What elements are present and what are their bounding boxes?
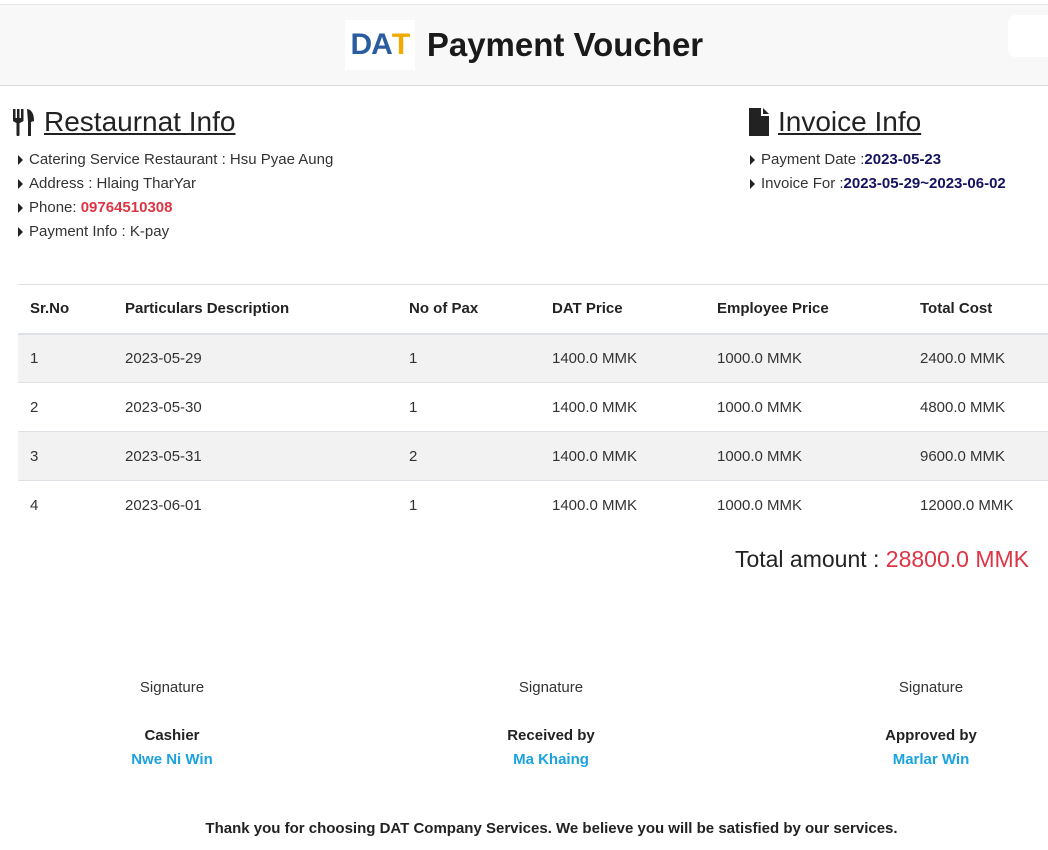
signature-label: Signature [139, 679, 205, 696]
signature-received: Signature Received by Ma Khaing [451, 676, 651, 772]
total-amount: Total amount : 28800.0 MMK [735, 546, 1029, 573]
table-cell: 12000.0 MMK [908, 480, 1048, 530]
table-cell: 1400.0 MMK [540, 382, 705, 432]
phone-value: 09764510308 [80, 199, 173, 216]
table-cell: 1000.0 MMK [705, 431, 908, 481]
table-cell: 9600.0 MMK [908, 431, 1048, 481]
table-cell: 2023-05-29 [113, 333, 397, 383]
column-header: DAT Price [540, 284, 705, 335]
table-cell: 1400.0 MMK [540, 333, 705, 383]
total-value: 28800.0 MMK [885, 546, 1029, 572]
restaurant-info-list: Catering Service Restaurant : Hsu Pyae A… [18, 148, 333, 244]
utensils-icon [13, 109, 34, 136]
signature-label: Signature [518, 679, 584, 696]
caret-right-icon [18, 155, 23, 165]
table-cell: 1 [397, 480, 540, 530]
invoice-for-item: Invoice For :2023-05-29~2023-06-02 [750, 172, 1006, 196]
table-row: 1 2023-05-29 1 1400.0 MMK 1000.0 MMK 240… [18, 333, 1048, 383]
table-cell: 1000.0 MMK [705, 333, 908, 383]
table-cell: 2 [397, 431, 540, 481]
column-header: No of Pax [397, 284, 540, 335]
table-cell: 2023-05-30 [113, 382, 397, 432]
caret-right-icon [750, 179, 755, 189]
table-cell: 2400.0 MMK [908, 333, 1048, 383]
caret-right-icon [750, 155, 755, 165]
table-cell: 1 [18, 333, 113, 383]
table-row: 4 2023-06-01 1 1400.0 MMK 1000.0 MMK 120… [18, 480, 1048, 530]
table-header-row: Sr.No Particulars Description No of Pax … [18, 284, 1048, 335]
page-header: DA T Payment Voucher [0, 4, 1048, 86]
signature-cashier: Signature Cashier Nwe Ni Win [72, 676, 272, 772]
address-item: Address : Hlaing TharYar [18, 172, 333, 196]
caret-right-icon [18, 179, 23, 189]
table-cell: 1400.0 MMK [540, 431, 705, 481]
table-cell: 2 [18, 382, 113, 432]
table-cell: 1400.0 MMK [540, 480, 705, 530]
signature-name: Nwe Ni Win [131, 751, 213, 768]
signature-approved: Signature Approved by Marlar Win [831, 676, 1031, 772]
invoice-info-list: Payment Date :2023-05-23 Invoice For :20… [750, 148, 1006, 196]
restaurant-info-heading: Restaurnat Info [12, 106, 235, 138]
signature-label: Signature [898, 679, 964, 696]
file-icon [749, 108, 769, 136]
total-label: Total amount : [734, 546, 886, 572]
column-header: Total Cost [908, 284, 1048, 335]
column-header: Employee Price [705, 284, 908, 335]
restaurant-info-title: Restaurnat Info [44, 106, 236, 137]
table-row: 3 2023-05-31 2 1400.0 MMK 1000.0 MMK 960… [18, 431, 1048, 481]
table-row: 2 2023-05-30 1 1400.0 MMK 1000.0 MMK 480… [18, 382, 1048, 432]
table-cell: 4800.0 MMK [908, 382, 1048, 432]
table-cell: 1000.0 MMK [705, 382, 908, 432]
invoice-info-heading: Invoice Info [748, 106, 921, 138]
dat-logo: DA T [344, 20, 415, 70]
payment-date-item: Payment Date :2023-05-23 [750, 148, 1006, 172]
payment-info-item: Payment Info : K-pay [18, 220, 333, 244]
invoice-info-title: Invoice Info [778, 106, 922, 137]
table-cell: 1 [397, 333, 540, 383]
signature-role: Cashier [144, 727, 200, 744]
signature-role: Approved by [885, 727, 977, 744]
column-header: Particulars Description [113, 284, 397, 335]
table-cell: 1 [397, 382, 540, 432]
caret-right-icon [18, 203, 23, 213]
header-decoration [1008, 15, 1048, 57]
phone-item: Phone: 09764510308 [18, 196, 333, 220]
table-cell: 2023-06-01 [113, 480, 397, 530]
footer-message: Thank you for choosing DAT Company Servi… [205, 820, 898, 837]
particulars-table-wrapper: Sr.No Particulars Description No of Pax … [18, 284, 1048, 530]
signature-name: Ma Khaing [513, 751, 589, 768]
signature-name: Marlar Win [892, 751, 970, 768]
particulars-table: Sr.No Particulars Description No of Pax … [18, 284, 1048, 530]
table-cell: 1000.0 MMK [705, 480, 908, 530]
table-cell: 4 [18, 480, 113, 530]
column-header: Sr.No [18, 284, 113, 335]
invoice-for-value: 2023-05-29~2023-06-02 [843, 175, 1006, 192]
catering-item: Catering Service Restaurant : Hsu Pyae A… [18, 148, 333, 172]
page-title: Payment Voucher [426, 26, 704, 63]
payment-date-value: 2023-05-23 [864, 151, 942, 168]
signature-role: Received by [507, 727, 595, 744]
table-cell: 3 [18, 431, 113, 481]
caret-right-icon [18, 227, 23, 237]
table-cell: 2023-05-31 [113, 431, 397, 481]
